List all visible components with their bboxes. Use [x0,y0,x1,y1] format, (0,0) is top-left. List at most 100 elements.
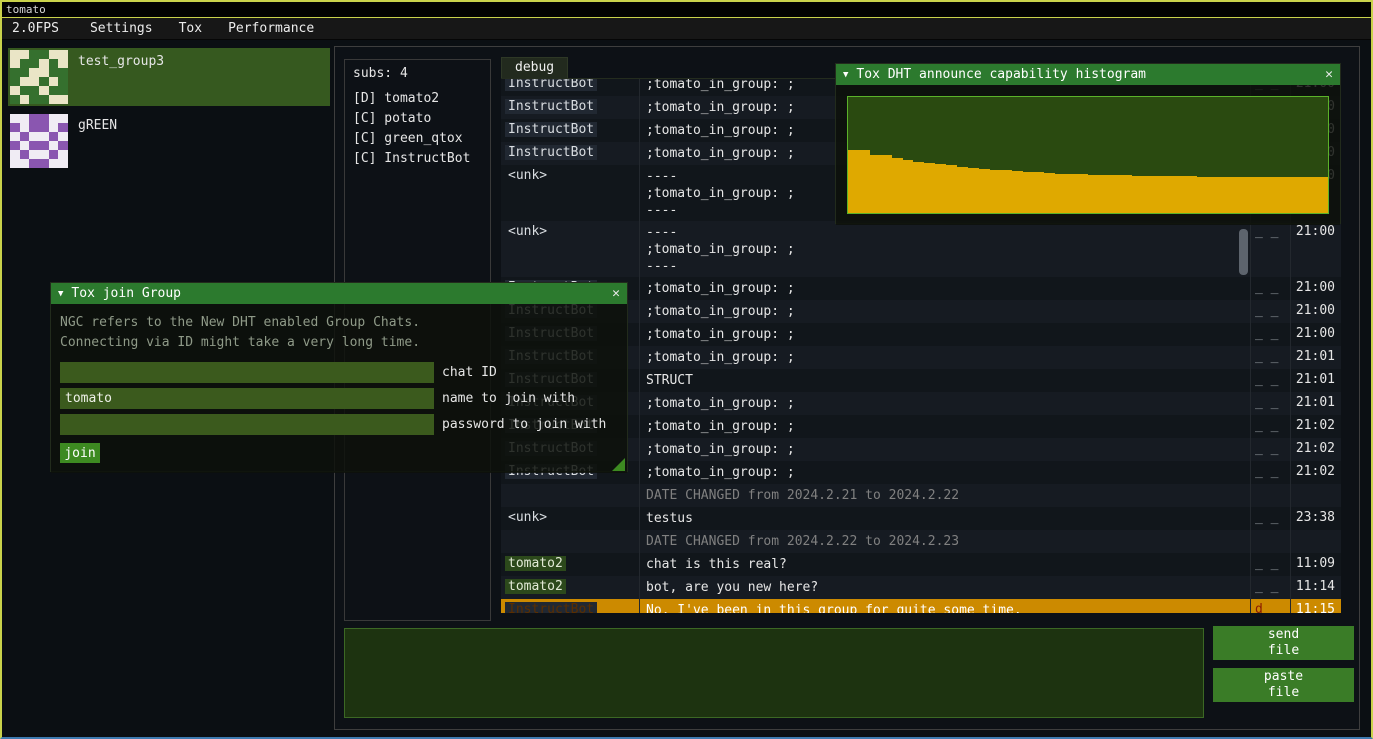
menu-item-performance[interactable]: Performance [215,18,327,40]
message-author: InstructBot [501,119,640,142]
system-row[interactable]: DATE CHANGED from 2024.2.21 to 2024.2.22 [501,484,1341,507]
collapse-icon[interactable]: ▼ [58,289,63,299]
message-text: DATE CHANGED from 2024.2.21 to 2024.2.22 [640,484,1251,507]
window-title: tomato [6,3,46,16]
message-text: chat is this real? [640,553,1251,576]
message-flags: _ _ [1251,300,1291,323]
histogram-bar [1055,174,1066,213]
join-password-input[interactable] [60,414,434,435]
histogram-bar [1023,172,1034,213]
join-button[interactable]: join [60,443,100,463]
collapse-icon[interactable]: ▼ [843,70,848,80]
message-row[interactable]: <unk>---- ;tomato_in_group: ; ----_ _21:… [501,221,1341,277]
message-flags: d [1251,599,1291,613]
histogram-bar [968,168,979,213]
subs-item[interactable]: [D] tomato2 [345,89,490,109]
join-fields: chat ID name to join with password to jo… [60,362,618,435]
message-row[interactable]: <unk>testus_ _23:38 [501,507,1341,530]
histogram-bar [1099,175,1110,213]
message-time: 21:02 [1291,461,1341,484]
message-flags [1251,484,1291,507]
tab-debug[interactable]: debug [501,57,568,78]
message-text: STRUCT [640,369,1251,392]
contact-avatar [10,114,68,168]
histogram-bar [935,164,946,213]
message-time: 21:01 [1291,346,1341,369]
close-icon[interactable]: ✕ [612,286,620,301]
message-author: <unk> [501,507,640,530]
histogram-titlebar[interactable]: ▼ Tox DHT announce capability histogram … [836,64,1340,85]
close-icon[interactable]: ✕ [1325,67,1333,82]
message-text: testus [640,507,1251,530]
message-row[interactable]: InstructBotNo, I've been in this group f… [501,599,1341,613]
message-time: 21:02 [1291,415,1341,438]
message-author: InstructBot [501,79,640,96]
message-flags: _ _ [1251,461,1291,484]
subs-item[interactable]: [C] green_qtox [345,129,490,149]
histogram-bar [1175,176,1186,213]
chat-id-input[interactable] [60,362,434,383]
menu-item-tox[interactable]: Tox [166,18,215,40]
menu-item-settings[interactable]: Settings [77,18,166,40]
scrollbar-thumb[interactable] [1239,229,1248,275]
paste-file-button[interactable]: paste file [1213,668,1354,702]
resize-grip[interactable] [612,458,625,471]
histogram-bar [848,150,859,213]
message-time: 21:00 [1291,300,1341,323]
message-text: No, I've been in this group for quite so… [640,599,1251,613]
histogram-bar [1142,176,1153,213]
histogram-bar [1219,177,1230,213]
message-author: tomato2 [501,553,640,576]
join-info-line-1: NGC refers to the New DHT enabled Group … [60,313,618,333]
contact-item-gREEN[interactable]: gREEN [8,112,330,170]
histogram-bar [892,158,903,213]
app-root: tomato 2.0FPS SettingsToxPerformance tes… [0,0,1373,739]
window-titlebar[interactable]: tomato [2,2,1371,18]
join-name-input[interactable] [60,388,434,409]
histogram-window: ▼ Tox DHT announce capability histogram … [835,63,1341,224]
histogram-bar [1252,177,1263,213]
message-text: ;tomato_in_group: ; [640,300,1251,323]
message-input[interactable] [344,628,1204,718]
message-text: ;tomato_in_group: ; [640,346,1251,369]
message-flags: _ _ [1251,576,1291,599]
histogram-bar [1317,177,1328,213]
histogram-bar [946,165,957,213]
message-time [1291,530,1341,553]
join-group-title: Tox join Group [71,286,181,301]
histogram-bar [990,170,1001,214]
message-time: 11:09 [1291,553,1341,576]
histogram-bar [1262,177,1273,213]
message-author: InstructBot [501,599,640,613]
histogram-bar [924,163,935,213]
contact-name: gREEN [78,118,117,168]
histogram-body [836,85,1340,225]
message-author: InstructBot [501,142,640,165]
histogram-bar [1088,175,1099,213]
message-flags: _ _ [1251,221,1291,277]
contact-item-test_group3[interactable]: test_group3 [8,48,330,106]
subs-items: [D] tomato2[C] potato[C] green_qtox[C] I… [345,89,490,169]
contact-avatar [10,50,68,104]
message-time: 21:01 [1291,369,1341,392]
join-group-window: ▼ Tox join Group ✕ NGC refers to the New… [50,282,628,472]
system-row[interactable]: DATE CHANGED from 2024.2.22 to 2024.2.23 [501,530,1341,553]
message-flags [1251,530,1291,553]
message-flags: _ _ [1251,415,1291,438]
message-time: 23:38 [1291,507,1341,530]
message-time: 11:14 [1291,576,1341,599]
chat-id-label: chat ID [442,365,497,380]
message-flags: _ _ [1251,507,1291,530]
histogram-title: Tox DHT announce capability histogram [856,67,1146,82]
join-group-titlebar[interactable]: ▼ Tox join Group ✕ [51,283,627,304]
message-row[interactable]: tomato2chat is this real?_ _11:09 [501,553,1341,576]
join-name-label: name to join with [442,391,575,406]
message-row[interactable]: tomato2bot, are you new here?_ _11:14 [501,576,1341,599]
subs-item[interactable]: [C] potato [345,109,490,129]
join-group-body: NGC refers to the New DHT enabled Group … [51,304,627,473]
send-file-button[interactable]: send file [1213,626,1354,660]
message-time: 21:00 [1291,323,1341,346]
histogram-bar [903,160,914,213]
subs-item[interactable]: [C] InstructBot [345,149,490,169]
message-text: DATE CHANGED from 2024.2.22 to 2024.2.23 [640,530,1251,553]
